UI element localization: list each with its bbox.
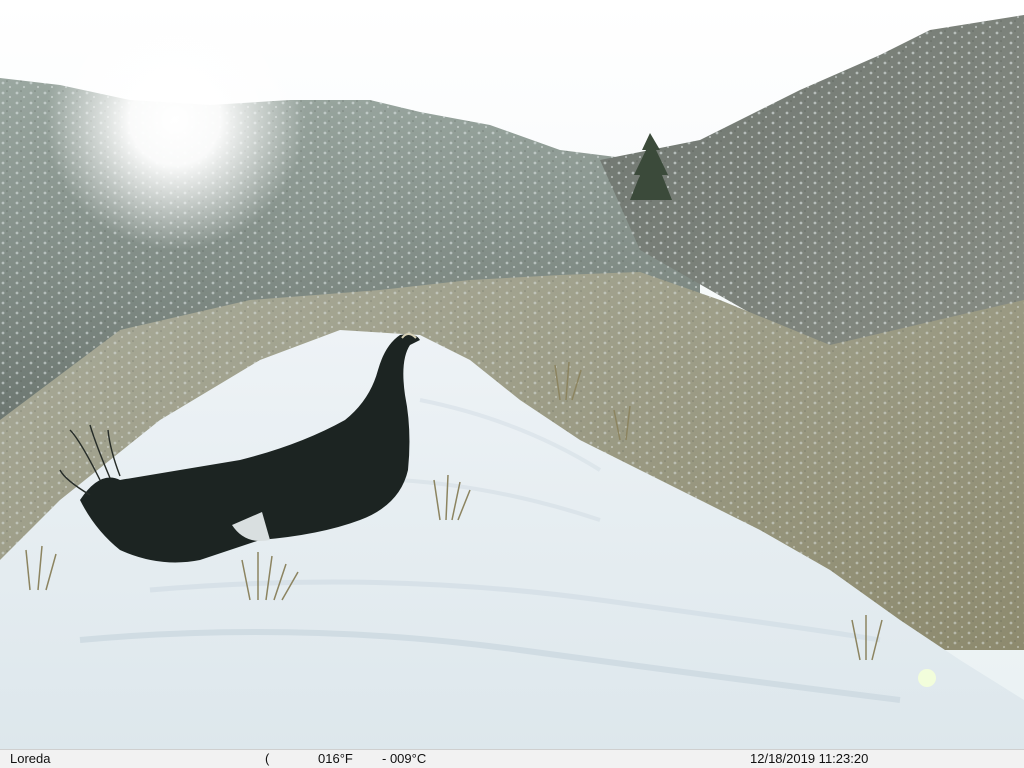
camera-info-bar: Loreda ( 016°F - 009°C 12/18/2019 11:23:… bbox=[0, 749, 1024, 768]
temperature-celsius: - 009°C bbox=[382, 751, 427, 766]
trail-camera-frame: Loreda ( 016°F - 009°C 12/18/2019 11:23:… bbox=[0, 0, 1024, 768]
camera-brand: Loreda bbox=[10, 751, 51, 766]
lens-flare-spot bbox=[918, 669, 936, 687]
temperature-fahrenheit: 016°F bbox=[318, 751, 353, 766]
moon-phase-icon: ( bbox=[265, 751, 270, 766]
sun bbox=[45, 0, 305, 250]
snowy-mountain-scene bbox=[0, 0, 1024, 749]
capture-timestamp: 12/18/2019 11:23:20 bbox=[750, 751, 869, 766]
